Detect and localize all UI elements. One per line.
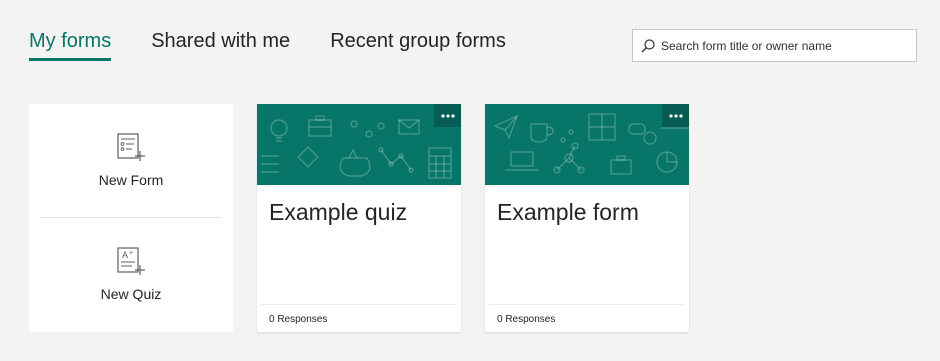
svg-text:+: +: [129, 250, 133, 257]
more-options-button[interactable]: [434, 104, 461, 127]
tab-shared-with-me[interactable]: Shared with me: [151, 30, 290, 61]
response-count: 0 Responses: [269, 314, 328, 325]
card-banner: [485, 104, 689, 185]
card-banner: [257, 104, 461, 185]
new-form-button[interactable]: New Form: [29, 104, 233, 218]
tab-bar: My forms Shared with me Recent group for…: [29, 30, 546, 61]
form-card-example-form[interactable]: Example form 0 Responses: [485, 104, 689, 332]
search-box[interactable]: [632, 29, 917, 62]
svg-text:A: A: [122, 250, 128, 260]
new-form-label: New Form: [98, 172, 164, 188]
new-quiz-icon: A +: [117, 247, 145, 275]
new-form-icon: [117, 133, 145, 161]
more-options-button[interactable]: [662, 104, 689, 127]
form-card-example-quiz[interactable]: Example quiz 0 Responses: [257, 104, 461, 332]
banner-pattern-icon: [493, 113, 689, 175]
search-icon: [641, 38, 655, 52]
card-footer: 0 Responses: [489, 304, 685, 325]
banner-pattern-icon: [261, 115, 452, 179]
new-quiz-label: New Quiz: [100, 286, 162, 302]
card-title: Example form: [497, 199, 639, 225]
more-options-icon: [440, 113, 455, 118]
search-input[interactable]: [661, 38, 901, 53]
tab-my-forms[interactable]: My forms: [29, 30, 112, 61]
more-options-icon: [668, 113, 683, 118]
response-count: 0 Responses: [497, 314, 556, 325]
tab-recent-group-forms[interactable]: Recent group forms: [330, 30, 506, 61]
card-footer: 0 Responses: [261, 304, 457, 325]
new-quiz-button[interactable]: A + New Quiz: [29, 218, 233, 332]
card-title: Example quiz: [269, 199, 408, 225]
new-item-panel: New Form A + New Quiz: [29, 104, 233, 332]
